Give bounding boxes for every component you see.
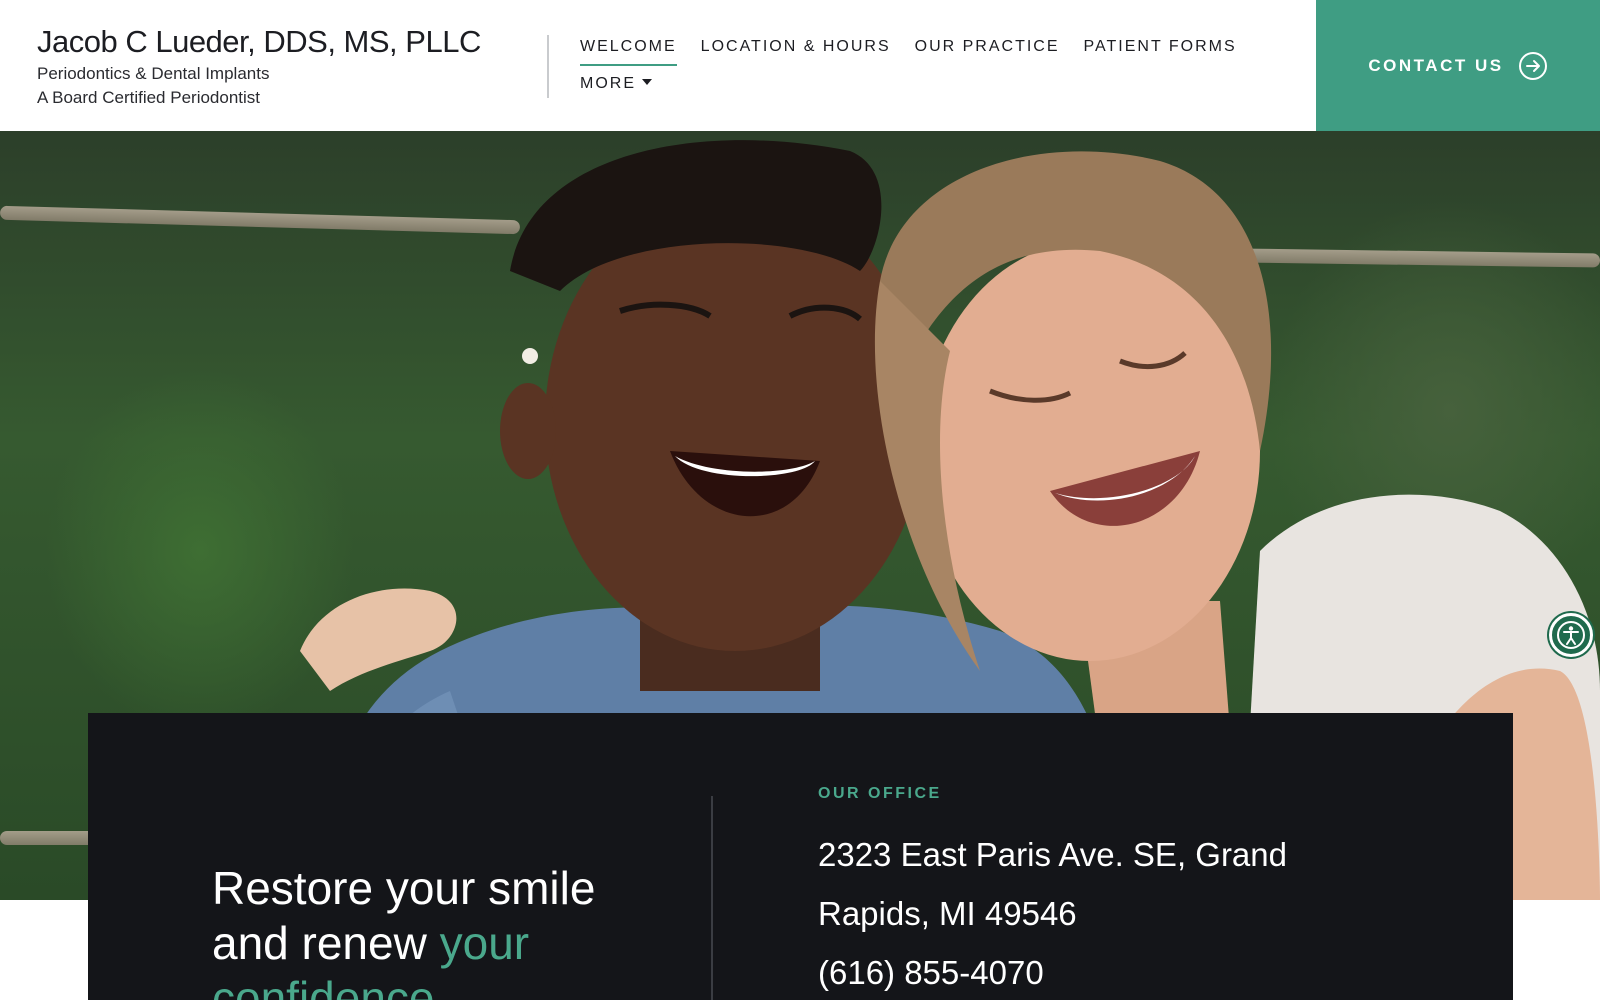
- office-address[interactable]: 2323 East Paris Ave. SE, Grand Rapids, M…: [818, 825, 1338, 943]
- nav-item-our-practice[interactable]: OUR PRACTICE: [915, 34, 1060, 64]
- nav-item-more[interactable]: MORE: [580, 71, 652, 101]
- hero-tagline: Restore your smile and renew your confid…: [212, 861, 672, 1000]
- brand-subtitle-specialty: Periodontics & Dental Implants: [37, 64, 270, 83]
- panel-divider: [711, 796, 713, 1000]
- header-divider: [547, 35, 549, 98]
- info-panel: Restore your smile and renew your confid…: [88, 713, 1513, 1000]
- office-info: OUR OFFICE 2323 East Paris Ave. SE, Gran…: [818, 785, 1458, 1000]
- contact-us-button[interactable]: CONTACT US: [1316, 0, 1600, 131]
- brand-block[interactable]: Jacob C Lueder, DDS, MS, PLLC Periodonti…: [37, 22, 481, 110]
- contact-us-label: CONTACT US: [1368, 55, 1504, 75]
- office-phone[interactable]: (616) 855-4070: [818, 943, 1458, 1000]
- nav-item-more-label: MORE: [580, 75, 636, 92]
- caret-down-icon: [642, 78, 652, 85]
- accessibility-button[interactable]: [1549, 613, 1593, 657]
- nav-item-welcome[interactable]: WELCOME: [580, 34, 677, 66]
- nav-item-patient-forms[interactable]: PATIENT FORMS: [1084, 34, 1237, 64]
- office-label: OUR OFFICE: [818, 785, 942, 802]
- site-header: Jacob C Lueder, DDS, MS, PLLC Periodonti…: [0, 0, 1600, 131]
- nav-item-location-hours[interactable]: LOCATION & HOURS: [701, 34, 891, 64]
- brand-name[interactable]: Jacob C Lueder, DDS, MS, PLLC: [37, 22, 481, 62]
- brand-subtitle-certification: A Board Certified Periodontist: [37, 88, 261, 107]
- main-nav: WELCOME LOCATION & HOURS OUR PRACTICE PA…: [580, 34, 1280, 101]
- tagline-main: Restore your smile and renew: [212, 862, 596, 969]
- accessibility-icon: [1557, 621, 1585, 649]
- arrow-right-circle-icon: [1518, 51, 1547, 80]
